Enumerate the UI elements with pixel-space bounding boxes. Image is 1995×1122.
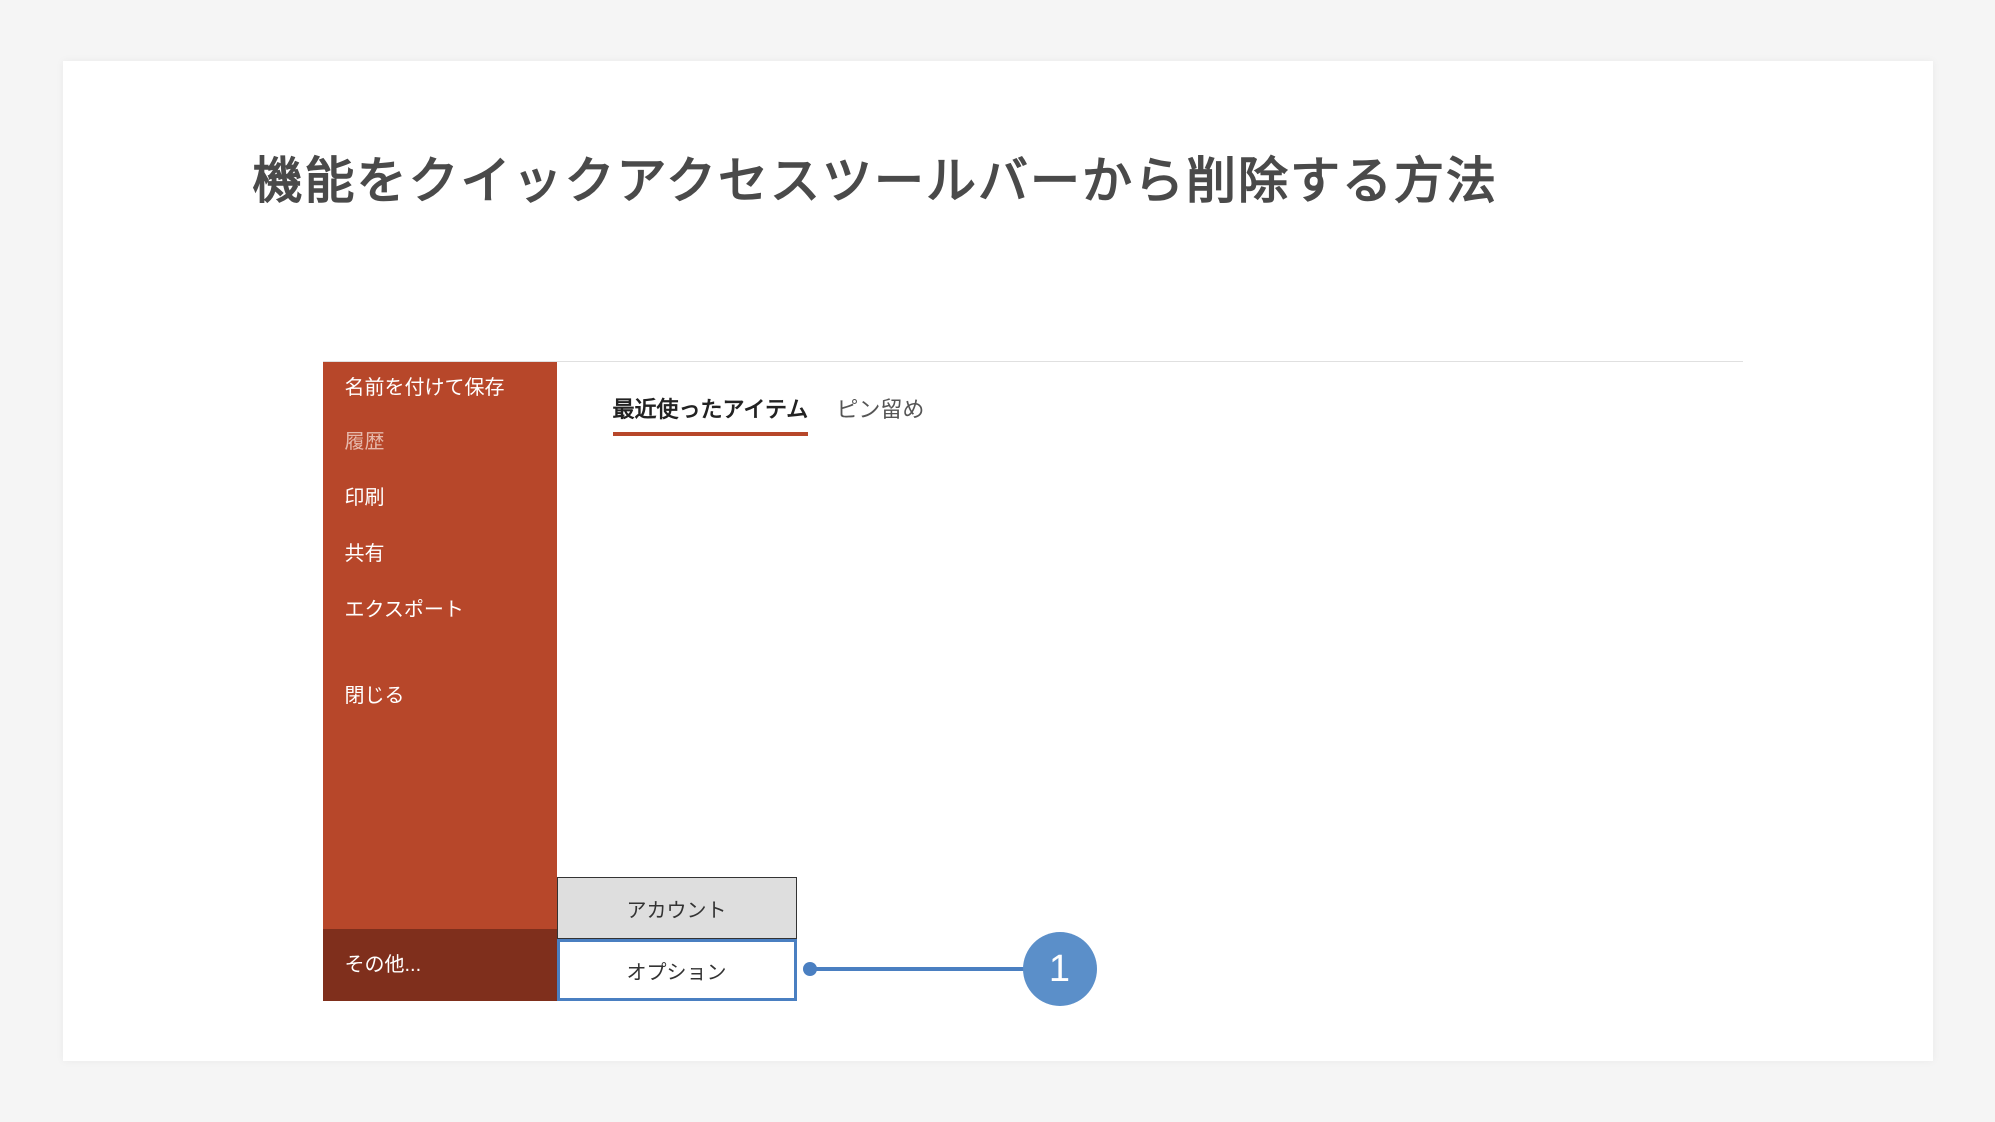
sidebar-item-export[interactable]: エクスポート bbox=[323, 582, 557, 638]
callout-marker-1: 1 bbox=[1023, 932, 1097, 1006]
page-title: 機能をクイックアクセスツールバーから削除する方法 bbox=[63, 141, 1933, 213]
callout-line-1 bbox=[813, 967, 1033, 971]
sidebar-item-others[interactable]: その他... bbox=[323, 929, 557, 1001]
tab-recent[interactable]: 最近使ったアイテム bbox=[613, 392, 809, 436]
sidebar-item-history[interactable]: 履歴 bbox=[323, 414, 557, 470]
sidebar-item-save-as[interactable]: 名前を付けて保存 bbox=[323, 362, 557, 414]
sidebar-item-share[interactable]: 共有 bbox=[323, 526, 557, 582]
file-sidebar: 名前を付けて保存 履歴 印刷 共有 エクスポート 閉じる その他... bbox=[323, 362, 557, 1001]
slide-card: 機能をクイックアクセスツールバーから削除する方法 名前を付けて保存 履歴 印刷 … bbox=[63, 61, 1933, 1061]
content-tabs: 最近使ったアイテム ピン留め bbox=[613, 392, 925, 436]
submenu-item-options[interactable]: オプション bbox=[557, 939, 797, 1001]
others-submenu: アカウント オプション bbox=[557, 877, 797, 1001]
app-screenshot: 名前を付けて保存 履歴 印刷 共有 エクスポート 閉じる その他... アカウン… bbox=[323, 361, 1743, 1001]
tab-pinned[interactable]: ピン留め bbox=[836, 392, 924, 432]
sidebar-item-close[interactable]: 閉じる bbox=[323, 668, 557, 724]
sidebar-item-print[interactable]: 印刷 bbox=[323, 470, 557, 526]
submenu-item-account[interactable]: アカウント bbox=[557, 877, 797, 939]
